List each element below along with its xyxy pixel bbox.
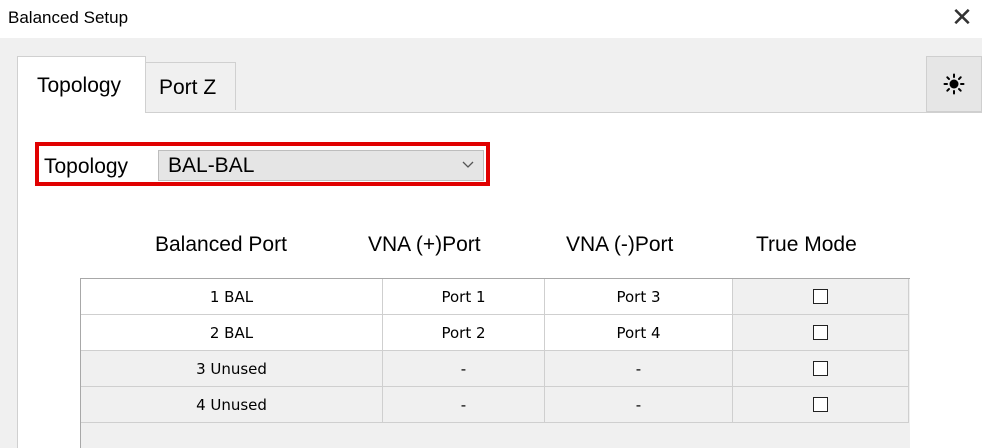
true-mode-cell (733, 315, 909, 351)
sun-icon (943, 73, 965, 95)
topology-label: Topology (44, 155, 129, 178)
balanced-port-cell[interactable]: 4 Unused (81, 387, 383, 423)
balanced-port-cell[interactable]: 3 Unused (81, 351, 383, 387)
vna-plus-port-cell[interactable]: - (383, 351, 545, 387)
true-mode-checkbox[interactable] (813, 361, 828, 376)
vna-plus-port-cell[interactable]: Port 1 (383, 279, 545, 315)
true-mode-cell (733, 387, 909, 423)
true-mode-checkbox[interactable] (813, 289, 828, 304)
table-row: 1 BAL Port 1 Port 3 (81, 279, 909, 315)
topology-dropdown[interactable]: BAL-BAL (158, 150, 484, 181)
tab-port-z[interactable]: Port Z (146, 62, 236, 110)
title-bar: Balanced Setup ✕ (0, 0, 982, 38)
port-grid: 1 BAL Port 1 Port 3 2 BAL Port 2 Port 4 … (80, 278, 910, 448)
vna-plus-port-cell[interactable]: - (383, 387, 545, 423)
balanced-port-cell[interactable]: 2 BAL (81, 315, 383, 351)
tab-topology-label: Topology (37, 74, 122, 97)
close-icon: ✕ (951, 2, 973, 32)
header-vna-minus-port: VNA (-)Port (566, 233, 674, 256)
balanced-port-cell[interactable]: 1 BAL (81, 279, 383, 315)
table-row: 3 Unused - - (81, 351, 909, 387)
vna-minus-port-cell[interactable]: - (545, 387, 733, 423)
header-true-mode: True Mode (756, 233, 857, 256)
vna-minus-port-cell[interactable]: Port 4 (545, 315, 733, 351)
true-mode-cell (733, 279, 909, 315)
vna-plus-port-cell[interactable]: Port 2 (383, 315, 545, 351)
table-row: 4 Unused - - (81, 387, 909, 423)
chevron-down-icon (462, 161, 474, 168)
tab-port-z-label: Port Z (159, 76, 217, 99)
vna-minus-port-cell[interactable]: - (545, 351, 733, 387)
vna-minus-port-cell[interactable]: Port 3 (545, 279, 733, 315)
tab-topology[interactable]: Topology (17, 56, 146, 113)
window-title: Balanced Setup (8, 8, 129, 27)
true-mode-checkbox[interactable] (813, 325, 828, 340)
true-mode-cell (733, 351, 909, 387)
display-settings-button[interactable] (926, 56, 982, 112)
topology-selected-value: BAL-BAL (168, 154, 255, 177)
header-balanced-port: Balanced Port (155, 233, 287, 256)
true-mode-checkbox[interactable] (813, 397, 828, 412)
table-row: 2 BAL Port 2 Port 4 (81, 315, 909, 351)
close-button[interactable]: ✕ (948, 2, 976, 32)
header-vna-plus-port: VNA (+)Port (368, 233, 481, 256)
